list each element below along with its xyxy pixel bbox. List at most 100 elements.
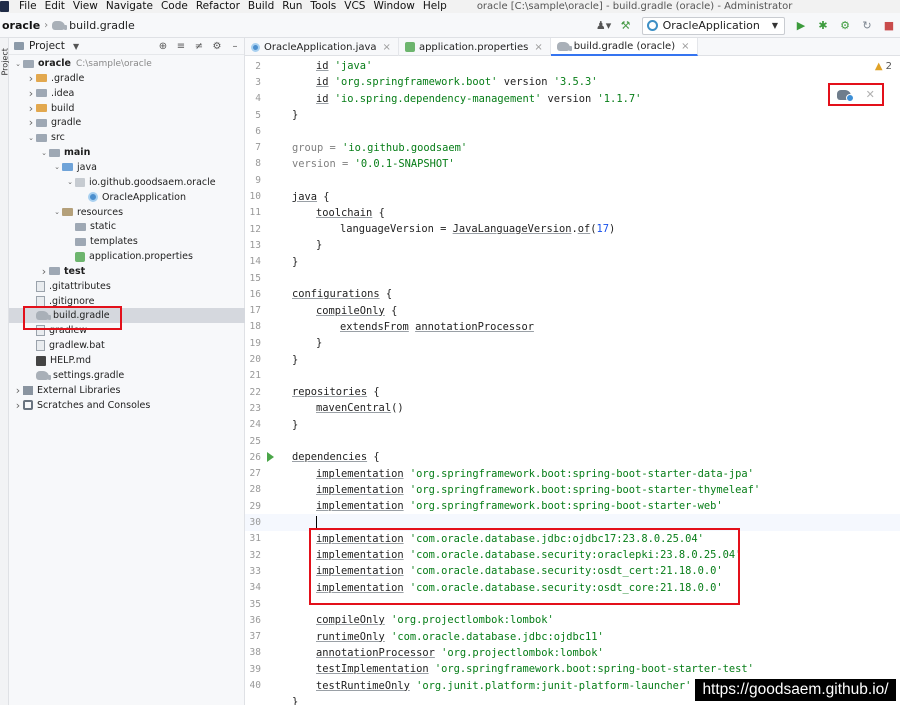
- tree-item[interactable]: templates: [9, 234, 245, 249]
- tree-item[interactable]: ⌄ oracle C:\sample\oracle: [9, 56, 245, 71]
- tree-item[interactable]: gradlew.bat: [9, 338, 245, 353]
- tree-item[interactable]: ⌄ src: [9, 130, 245, 145]
- chevron-down-icon[interactable]: ⌄: [52, 208, 62, 216]
- gradle-reload-icon[interactable]: [837, 89, 855, 102]
- tree-item[interactable]: › External Libraries: [9, 383, 245, 398]
- tree-item[interactable]: › .idea: [9, 86, 245, 101]
- tree-item-label: HELP.md: [50, 355, 91, 366]
- code-line: 7 group = 'io.github.goodsaem': [245, 140, 900, 156]
- tree-item-label: build.gradle: [53, 310, 110, 322]
- chevron-right-icon[interactable]: ›: [39, 265, 49, 278]
- tree-item[interactable]: gradlew: [9, 323, 245, 338]
- tree-item-label: build: [51, 102, 75, 114]
- editor-tab[interactable]: application.properties ×: [399, 38, 551, 56]
- menu-file[interactable]: File: [15, 0, 41, 13]
- tree-item[interactable]: settings.gradle: [9, 368, 245, 383]
- settings-gear-icon[interactable]: ⚙: [208, 41, 226, 52]
- code-text: implementation 'org.springframework.boot…: [316, 484, 760, 496]
- code-token: JavaLanguageVersion: [452, 223, 572, 236]
- tree-item[interactable]: static: [9, 219, 245, 234]
- chevron-down-icon[interactable]: ⌄: [52, 163, 62, 171]
- tree-item[interactable]: build.gradle: [9, 308, 245, 324]
- debug-icon[interactable]: ✱: [815, 18, 831, 34]
- tree-item[interactable]: OracleApplication: [9, 190, 245, 205]
- inspection-widget[interactable]: ▲ 2: [875, 61, 892, 72]
- tree-item[interactable]: › gradle: [9, 115, 245, 130]
- code-line: 9: [245, 172, 900, 188]
- chevron-right-icon[interactable]: ›: [26, 116, 36, 129]
- run-icon[interactable]: ▶: [793, 18, 809, 34]
- chevron-right-icon[interactable]: ›: [13, 384, 23, 397]
- code-token: 'com.oracle.database.security:osdt_cert:…: [409, 565, 723, 578]
- chevron-down-icon[interactable]: ⌄: [39, 149, 49, 157]
- close-icon[interactable]: ✕: [866, 88, 875, 101]
- code-token: {: [367, 451, 380, 464]
- code-text: implementation 'org.springframework.boot…: [316, 500, 723, 512]
- code-editor[interactable]: 2 id 'java' 3 id 'org.springframework.boot'…: [245, 56, 900, 705]
- editor-tab[interactable]: OracleApplication.java ×: [245, 38, 399, 56]
- menu-navigate[interactable]: Navigate: [102, 0, 157, 13]
- line-number: 34: [249, 582, 261, 594]
- menu-refactor[interactable]: Refactor: [192, 0, 244, 13]
- tree-item[interactable]: .gitattributes: [9, 279, 245, 294]
- tree-item-label: java: [77, 161, 97, 173]
- close-icon[interactable]: ×: [383, 42, 391, 53]
- menu-view[interactable]: View: [69, 0, 102, 13]
- chevron-right-icon[interactable]: ›: [13, 399, 23, 412]
- stop-icon[interactable]: ■: [881, 18, 897, 34]
- locate-file-icon[interactable]: ⊕: [154, 41, 172, 52]
- collapse-all-icon[interactable]: ≠: [190, 41, 208, 52]
- code-token: mavenCentral: [316, 402, 392, 415]
- hide-panel-icon[interactable]: –: [226, 41, 244, 52]
- chevron-down-icon[interactable]: ▼: [73, 42, 79, 51]
- scratch-icon: [23, 400, 33, 411]
- tree-item[interactable]: › test: [9, 264, 245, 279]
- expand-all-icon[interactable]: ≡: [172, 41, 190, 52]
- menu-edit[interactable]: Edit: [41, 0, 69, 13]
- chevron-down-icon[interactable]: ⌄: [13, 60, 23, 68]
- tree-item[interactable]: ⌄ resources: [9, 205, 245, 220]
- code-token: '1.1.7': [597, 92, 642, 105]
- chevron-right-icon[interactable]: ›: [26, 72, 36, 85]
- coverage-icon[interactable]: ⚙: [837, 18, 853, 34]
- breadcrumb-file[interactable]: build.gradle: [52, 19, 135, 32]
- editor-tab[interactable]: build.gradle (oracle) ×: [550, 38, 698, 56]
- project-view-title[interactable]: Project: [29, 40, 65, 52]
- tree-item[interactable]: › build: [9, 101, 245, 116]
- profile-icon[interactable]: ↻: [859, 18, 875, 34]
- breadcrumb-project[interactable]: oracle: [0, 19, 40, 32]
- menu-run[interactable]: Run: [278, 0, 306, 13]
- tree-item[interactable]: application.properties: [9, 249, 245, 264]
- build-hammer-icon[interactable]: ⚒: [618, 18, 634, 34]
- code-text: }: [292, 256, 298, 268]
- tree-item[interactable]: .gitignore: [9, 294, 245, 309]
- props-icon: [75, 251, 85, 262]
- menu-window[interactable]: Window: [369, 0, 418, 13]
- chevron-right-icon[interactable]: ›: [26, 102, 36, 115]
- chevron-down-icon[interactable]: ⌄: [26, 134, 36, 142]
- chevron-right-icon[interactable]: ›: [26, 87, 36, 100]
- menu-code[interactable]: Code: [157, 0, 192, 13]
- tree-item[interactable]: HELP.md: [9, 353, 245, 368]
- close-icon[interactable]: ×: [681, 41, 689, 52]
- line-number: 8: [255, 158, 261, 170]
- tree-item[interactable]: ⌄ io.github.goodsaem.oracle: [9, 175, 245, 190]
- tree-item[interactable]: › Scratches and Consoles: [9, 398, 245, 413]
- user-account-icon[interactable]: ♟▾: [596, 18, 612, 34]
- menu-build[interactable]: Build: [244, 0, 278, 13]
- close-icon[interactable]: ×: [534, 42, 542, 53]
- run-gutter-icon[interactable]: [267, 452, 274, 463]
- tree-item[interactable]: ⌄ main: [9, 145, 245, 160]
- code-token: ): [609, 223, 616, 236]
- tree-item[interactable]: ⌄ java: [9, 160, 245, 175]
- tree-item[interactable]: › .gradle: [9, 71, 245, 86]
- line-number: 33: [249, 565, 261, 577]
- code-text: repositories {: [292, 386, 380, 398]
- code-line: 24}: [245, 417, 900, 433]
- run-configuration-select[interactable]: OracleApplication ▼: [641, 16, 785, 35]
- chevron-down-icon[interactable]: ⌄: [65, 178, 75, 186]
- menu-help[interactable]: Help: [419, 0, 451, 13]
- menu-vcs[interactable]: VCS: [340, 0, 369, 13]
- menu-tools[interactable]: Tools: [306, 0, 340, 13]
- code-line: 25: [245, 433, 900, 449]
